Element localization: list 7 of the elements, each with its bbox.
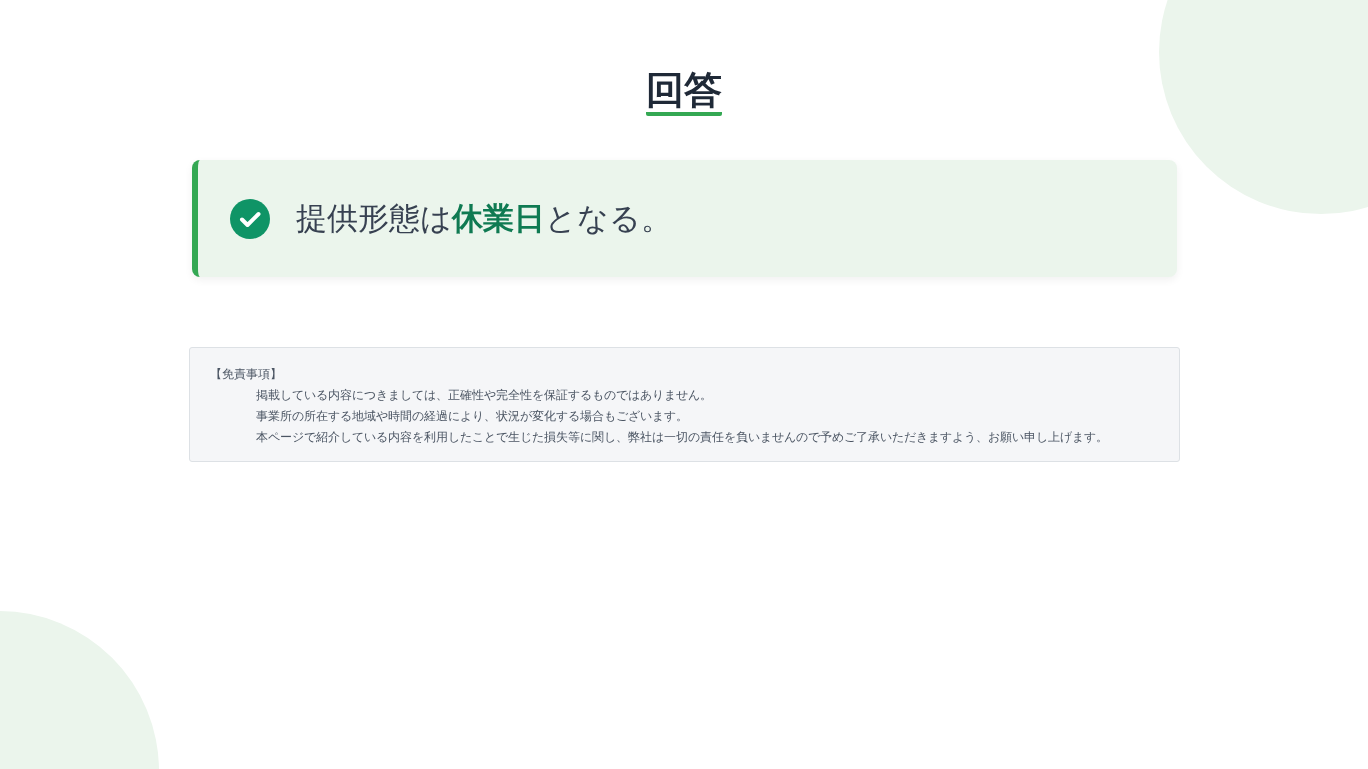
page-title: 回答: [646, 68, 722, 116]
disclaimer-line: 事業所の所在する地域や時間の経過により、状況が変化する場合もございます。: [254, 408, 689, 425]
answer-text: 提供形態は休業日となる。: [295, 198, 672, 238]
disclaimer-heading: 【免責事項】: [209, 366, 283, 383]
disclaimer-line: 本ページで紹介している内容を利用したことで生じた損失等に関し、弊社は一切の責任を負いませんので予めご了承いただきますよう、お願い申し上げます。: [254, 429, 1109, 446]
disclaimer-line: 掲載している内容につきましては、正確性や完全性を保証するものではありません。: [254, 387, 713, 404]
check-icon: [229, 198, 270, 239]
